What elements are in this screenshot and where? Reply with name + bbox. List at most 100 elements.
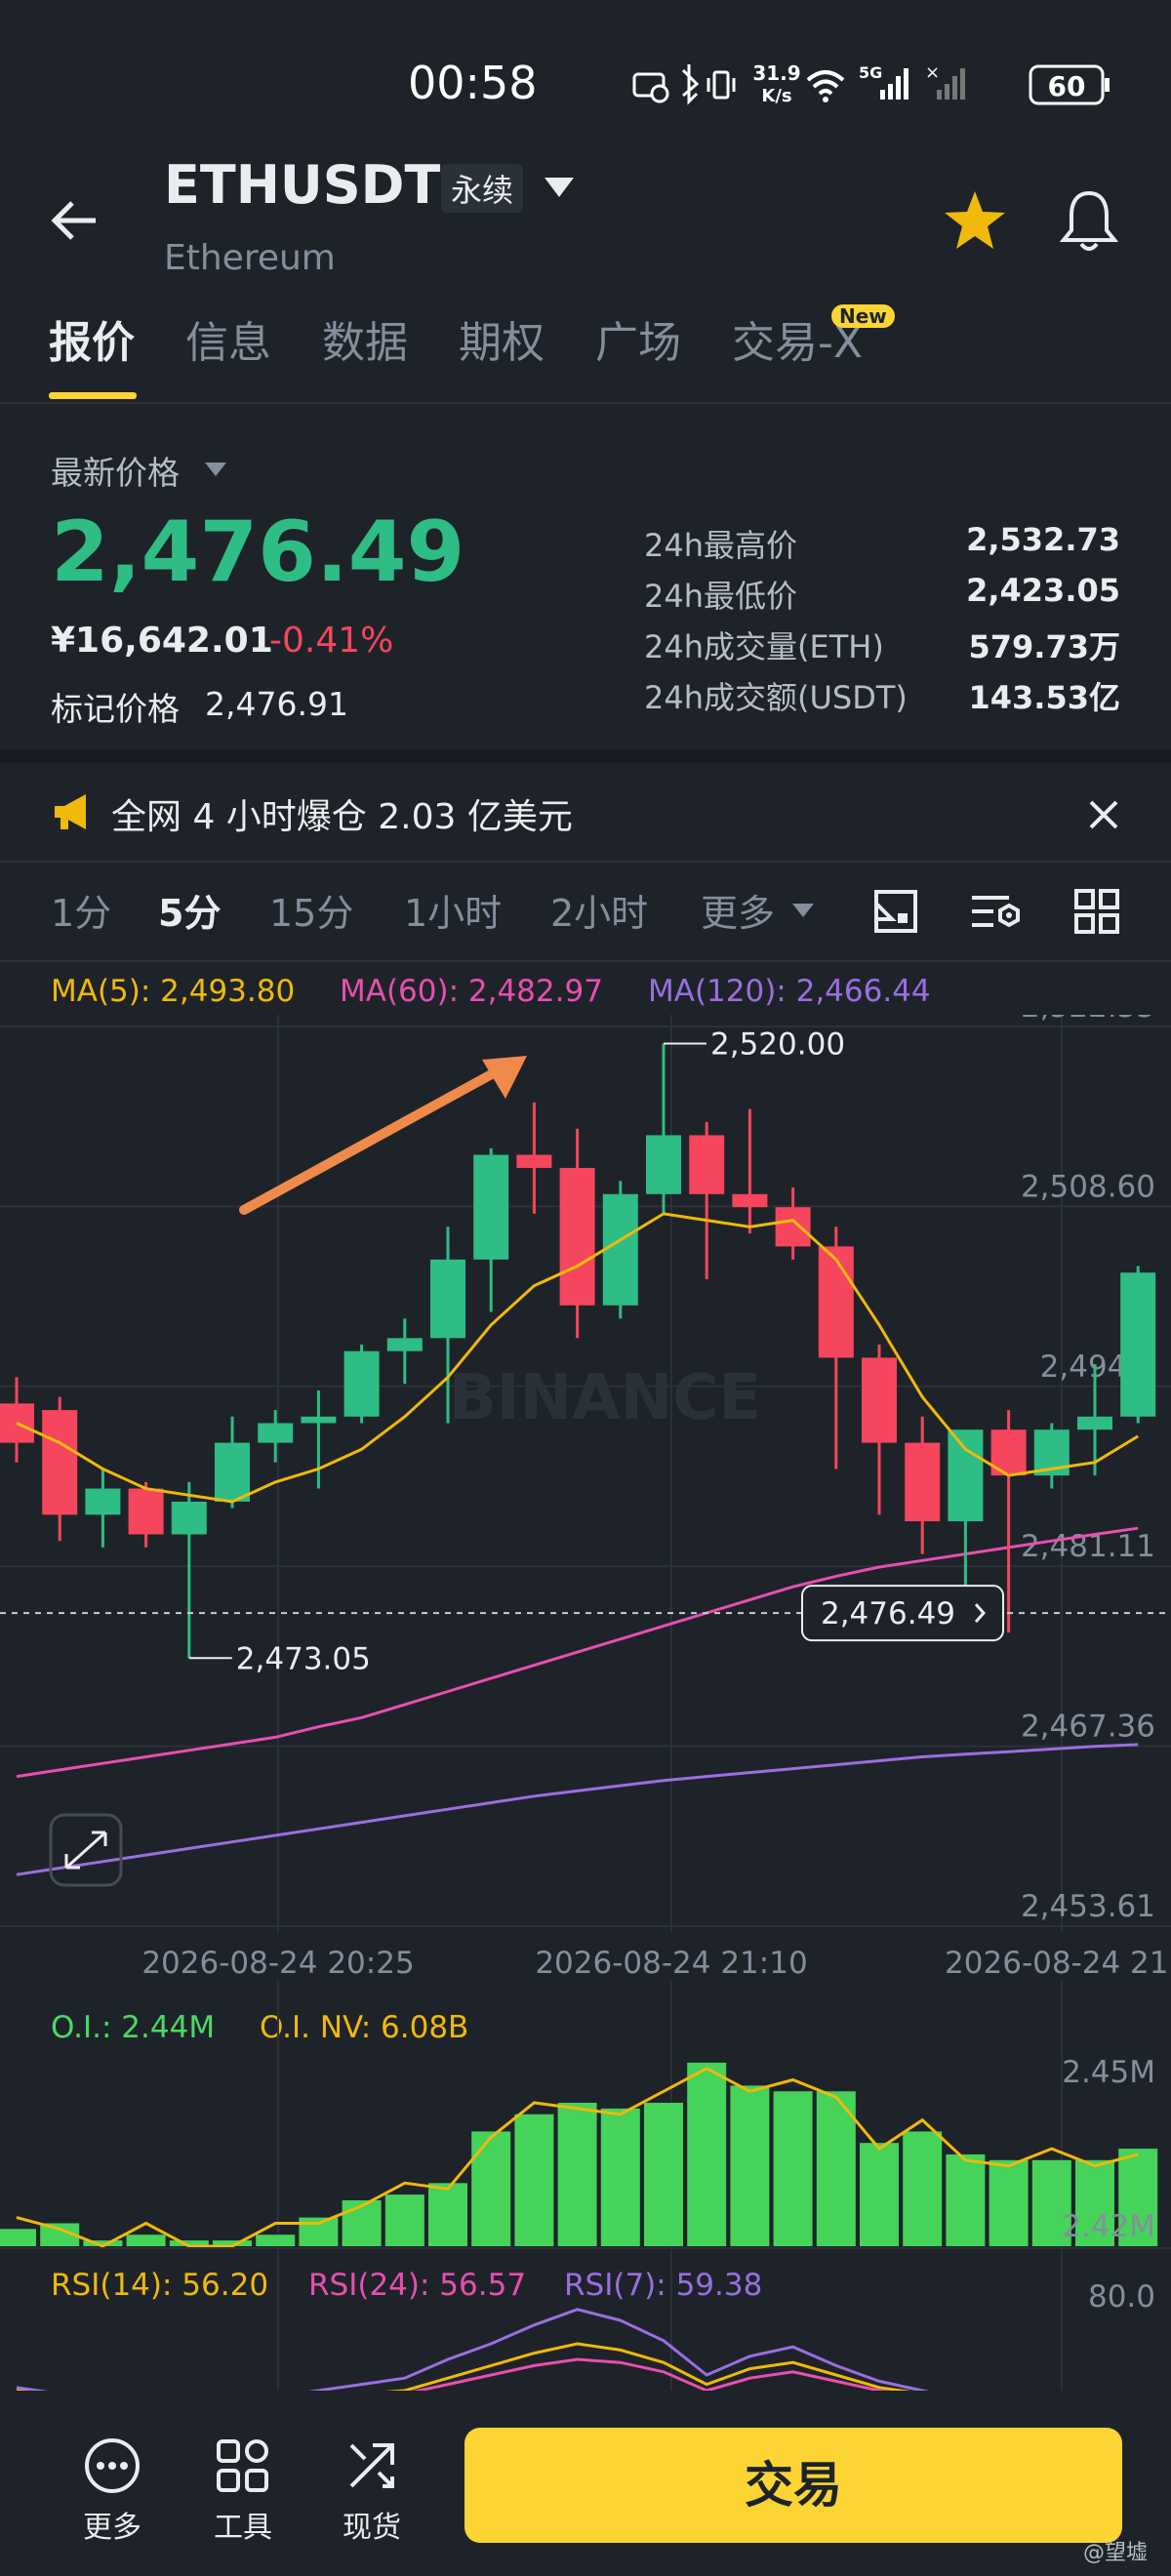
annotation-arrow: [239, 1061, 512, 1215]
new-badge: New: [831, 304, 895, 328]
oi-bar: [514, 2113, 554, 2246]
candle-body: [171, 1501, 207, 1535]
low-price-label: 2,473.05: [236, 1641, 371, 1676]
contract-type-badge: 永续: [441, 164, 524, 213]
drawing-tool-icon[interactable]: [872, 888, 919, 935]
oi-bar: [557, 2103, 597, 2246]
net-speed-top: 31.9: [752, 61, 800, 85]
mark-price-label: 标记价格: [51, 690, 180, 728]
nav-tools-label: 工具: [214, 2511, 272, 2545]
oi-bar: [946, 2153, 986, 2246]
interval-5m[interactable]: 5分: [158, 883, 221, 937]
last-price: 2,476.49: [51, 503, 465, 601]
candle-body: [818, 1246, 854, 1358]
tab-options[interactable]: 期权: [459, 307, 545, 370]
status-bar: 00:58 31.9 K/s 5G × 60: [0, 0, 1171, 166]
mark-price-value: 2,476.91: [205, 685, 348, 723]
favorite-star-icon[interactable]: [943, 189, 1007, 252]
candle-body: [386, 1338, 423, 1351]
candle-body: [42, 1410, 78, 1515]
candle-body: [430, 1259, 465, 1339]
stat-value: 2,532.73: [966, 521, 1120, 558]
y-tick-label: 2,522.35: [1021, 1015, 1155, 1025]
candle-body: [559, 1167, 595, 1306]
svg-text:×: ×: [925, 62, 940, 83]
symbol-dropdown-icon[interactable]: [543, 176, 576, 199]
nav-more-label: 更多: [83, 2511, 141, 2545]
tab-data[interactable]: 数据: [322, 307, 408, 370]
candle-body: [343, 1350, 380, 1417]
last-price-tag-label: 2,476.49: [821, 1596, 955, 1631]
candle-body: [1120, 1272, 1156, 1417]
tab-square[interactable]: 广场: [595, 307, 681, 370]
oi-bar: [471, 2131, 511, 2246]
candle-body: [516, 1154, 552, 1168]
back-arrow-icon: [51, 201, 96, 240]
oi-tick-label: 2.45M: [1062, 2055, 1155, 2090]
y-tick-label: 2,467.36: [1021, 1710, 1155, 1745]
candle-body: [775, 1207, 811, 1247]
oi-bar: [773, 2091, 813, 2246]
nav-more[interactable]: 更多: [59, 2435, 166, 2546]
stat-value: 2,423.05: [966, 572, 1120, 609]
chevron-down-icon[interactable]: [790, 902, 816, 919]
y-tick-label: 2,453.61: [1021, 1889, 1155, 1924]
nav-spot[interactable]: 现货: [318, 2435, 425, 2546]
ma120-line: [16, 1743, 1139, 1876]
tab-quote[interactable]: 报价: [49, 307, 135, 370]
more-dots-icon: [85, 2438, 140, 2493]
interval-15m[interactable]: 15分: [269, 883, 353, 937]
candle-body: [689, 1135, 725, 1194]
interval-2h[interactable]: 2小时: [550, 883, 648, 937]
oi-bar: [989, 2159, 1029, 2246]
price-type-label[interactable]: 最新价格: [51, 447, 180, 494]
status-icons: 31.9 K/s 5G × 60: [632, 61, 1110, 106]
interval-1h[interactable]: 1小时: [404, 883, 502, 937]
cny-price: ¥16,642.01: [51, 621, 273, 661]
net-speed-bottom: K/s: [761, 86, 791, 106]
open-interest-chart[interactable]: 2.45M 2.42M: [0, 1981, 1171, 2250]
alert-bell-icon[interactable]: [1060, 187, 1118, 254]
x-tick-label: 2026-08-24 21:10: [535, 1946, 807, 1977]
candle-body: [602, 1193, 638, 1306]
candle-body: [905, 1442, 941, 1522]
binance-watermark: BINANCE: [449, 1362, 761, 1434]
close-banner-icon[interactable]: [1087, 798, 1120, 831]
ma60-legend: MA(60): 2,482.97: [340, 974, 603, 1009]
trade-button[interactable]: 交易: [464, 2428, 1122, 2543]
tab-info[interactable]: 信息: [185, 307, 271, 370]
candle-body: [948, 1429, 984, 1522]
tools-grid-icon: [217, 2439, 268, 2492]
section-divider: [0, 749, 1171, 763]
oi-bar: [0, 2229, 36, 2246]
price-change: -0.41%: [269, 621, 394, 661]
indicator-settings-icon[interactable]: [970, 890, 1021, 935]
liquidation-banner-text[interactable]: 全网 4 小时爆仓 2.03 亿美元: [111, 788, 573, 839]
oi-bar: [644, 2103, 683, 2246]
candle-body: [301, 1416, 337, 1424]
candle-body: [862, 1357, 897, 1443]
status-time: 00:58: [408, 57, 538, 109]
layout-grid-icon[interactable]: [1073, 888, 1120, 935]
nav-tools[interactable]: 工具: [189, 2435, 297, 2546]
price-type-dropdown-icon[interactable]: [203, 461, 228, 478]
corner-watermark: @望墟: [1083, 2541, 1149, 2565]
oi-bar: [256, 2234, 296, 2246]
stat-label: 24h成交额(USDT): [644, 679, 908, 716]
candlestick-chart[interactable]: BINANCE2,522.352,508.602,494.82,481.112,…: [0, 1015, 1171, 1977]
oi-tick-label: 2.42M: [1062, 2209, 1155, 2244]
y-tick-label: 2,508.60: [1021, 1169, 1155, 1204]
symbol-subtitle: Ethereum: [164, 238, 336, 278]
back-button[interactable]: [45, 191, 115, 250]
rsi24-line: [412, 2357, 890, 2391]
symbol-title[interactable]: ETHUSDT: [164, 154, 440, 216]
candle-body: [85, 1488, 121, 1515]
megaphone-icon: [55, 794, 86, 829]
nav-spot-label: 现货: [343, 2511, 401, 2545]
rsi7-line: [16, 2308, 930, 2391]
interval-1m[interactable]: 1分: [51, 883, 111, 937]
stat-value: 143.53亿: [968, 679, 1121, 716]
interval-more[interactable]: 更多: [701, 883, 775, 937]
rsi-chart[interactable]: 80.0: [0, 2250, 1171, 2391]
stat-label: 24h成交量(ETH): [644, 628, 884, 665]
